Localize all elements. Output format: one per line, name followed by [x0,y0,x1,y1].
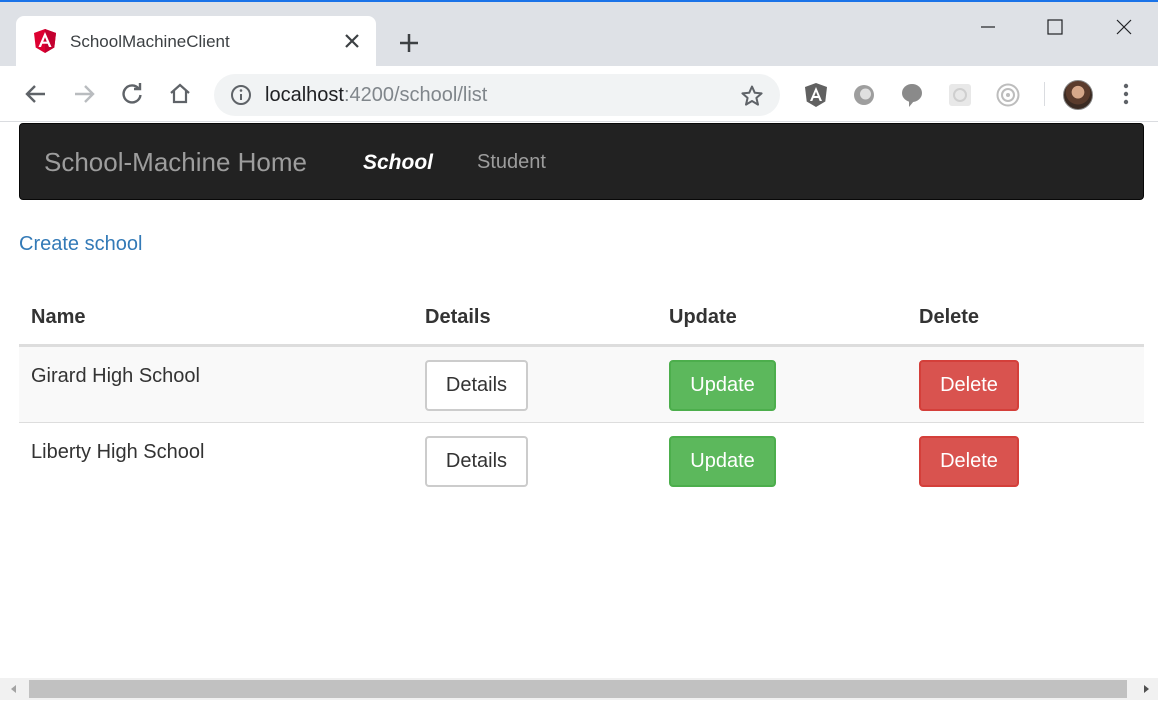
app-navbar: School-Machine Home School Student [19,123,1144,200]
angular-devtools-icon[interactable] [803,82,829,108]
nav-link-school[interactable]: School [363,151,433,175]
maximize-icon[interactable] [1031,10,1079,44]
plus-icon[interactable] [392,30,426,56]
star-icon[interactable] [740,84,764,108]
info-icon[interactable] [230,84,252,106]
url-path: :4200/school/list [343,84,488,106]
close-icon[interactable] [340,29,364,53]
speech-bubble-icon[interactable] [899,82,925,108]
horizontal-scrollbar[interactable] [0,678,1158,700]
browser-titlebar: SchoolMachineClient [0,0,1158,68]
address-bar[interactable]: localhost:4200/school/list [214,74,780,116]
scroll-left-arrow-icon[interactable] [8,683,20,695]
table-row: Liberty High School Details Update Delet… [19,423,1144,499]
browser-toolbar: localhost:4200/school/list [0,66,1158,122]
minimize-icon[interactable] [964,10,1012,44]
create-school-link[interactable]: Create school [19,233,142,256]
reload-icon[interactable] [118,80,146,108]
column-header-update: Update [669,306,737,328]
navbar-brand[interactable]: School-Machine Home [44,147,307,178]
scroll-right-arrow-icon[interactable] [1140,683,1152,695]
browser-tab[interactable]: SchoolMachineClient [16,16,376,68]
page-content: School-Machine Home School Student Creat… [0,122,1158,678]
window-close-icon[interactable] [1100,10,1148,44]
school-name: Girard High School [31,365,200,387]
arrow-right-icon[interactable] [70,80,98,108]
extension-icon[interactable] [947,82,973,108]
column-header-name: Name [31,306,86,328]
scrollbar-thumb[interactable] [29,680,1127,698]
url-text: localhost:4200/school/list [265,84,487,107]
vertical-dots-icon[interactable] [1114,80,1138,108]
toolbar-divider [1044,82,1045,106]
url-host: localhost [265,84,344,106]
details-button[interactable]: Details [425,436,528,487]
tab-title: SchoolMachineClient [70,32,230,51]
update-button[interactable]: Update [669,436,776,487]
extension-icon[interactable] [851,82,877,108]
nav-link-student[interactable]: Student [477,151,546,174]
delete-button[interactable]: Delete [919,360,1019,411]
update-button[interactable]: Update [669,360,776,411]
home-icon[interactable] [166,80,194,108]
target-icon[interactable] [995,82,1021,108]
angular-logo-icon [34,29,56,53]
window-bottom-edge [0,700,1158,710]
table-row: Girard High School Details Update Delete [19,347,1144,423]
details-button[interactable]: Details [425,360,528,411]
column-header-delete: Delete [919,306,980,328]
school-name: Liberty High School [31,441,205,463]
column-header-details: Details [425,306,491,328]
delete-button[interactable]: Delete [919,436,1019,487]
arrow-left-icon[interactable] [22,80,50,108]
avatar[interactable] [1063,80,1093,110]
